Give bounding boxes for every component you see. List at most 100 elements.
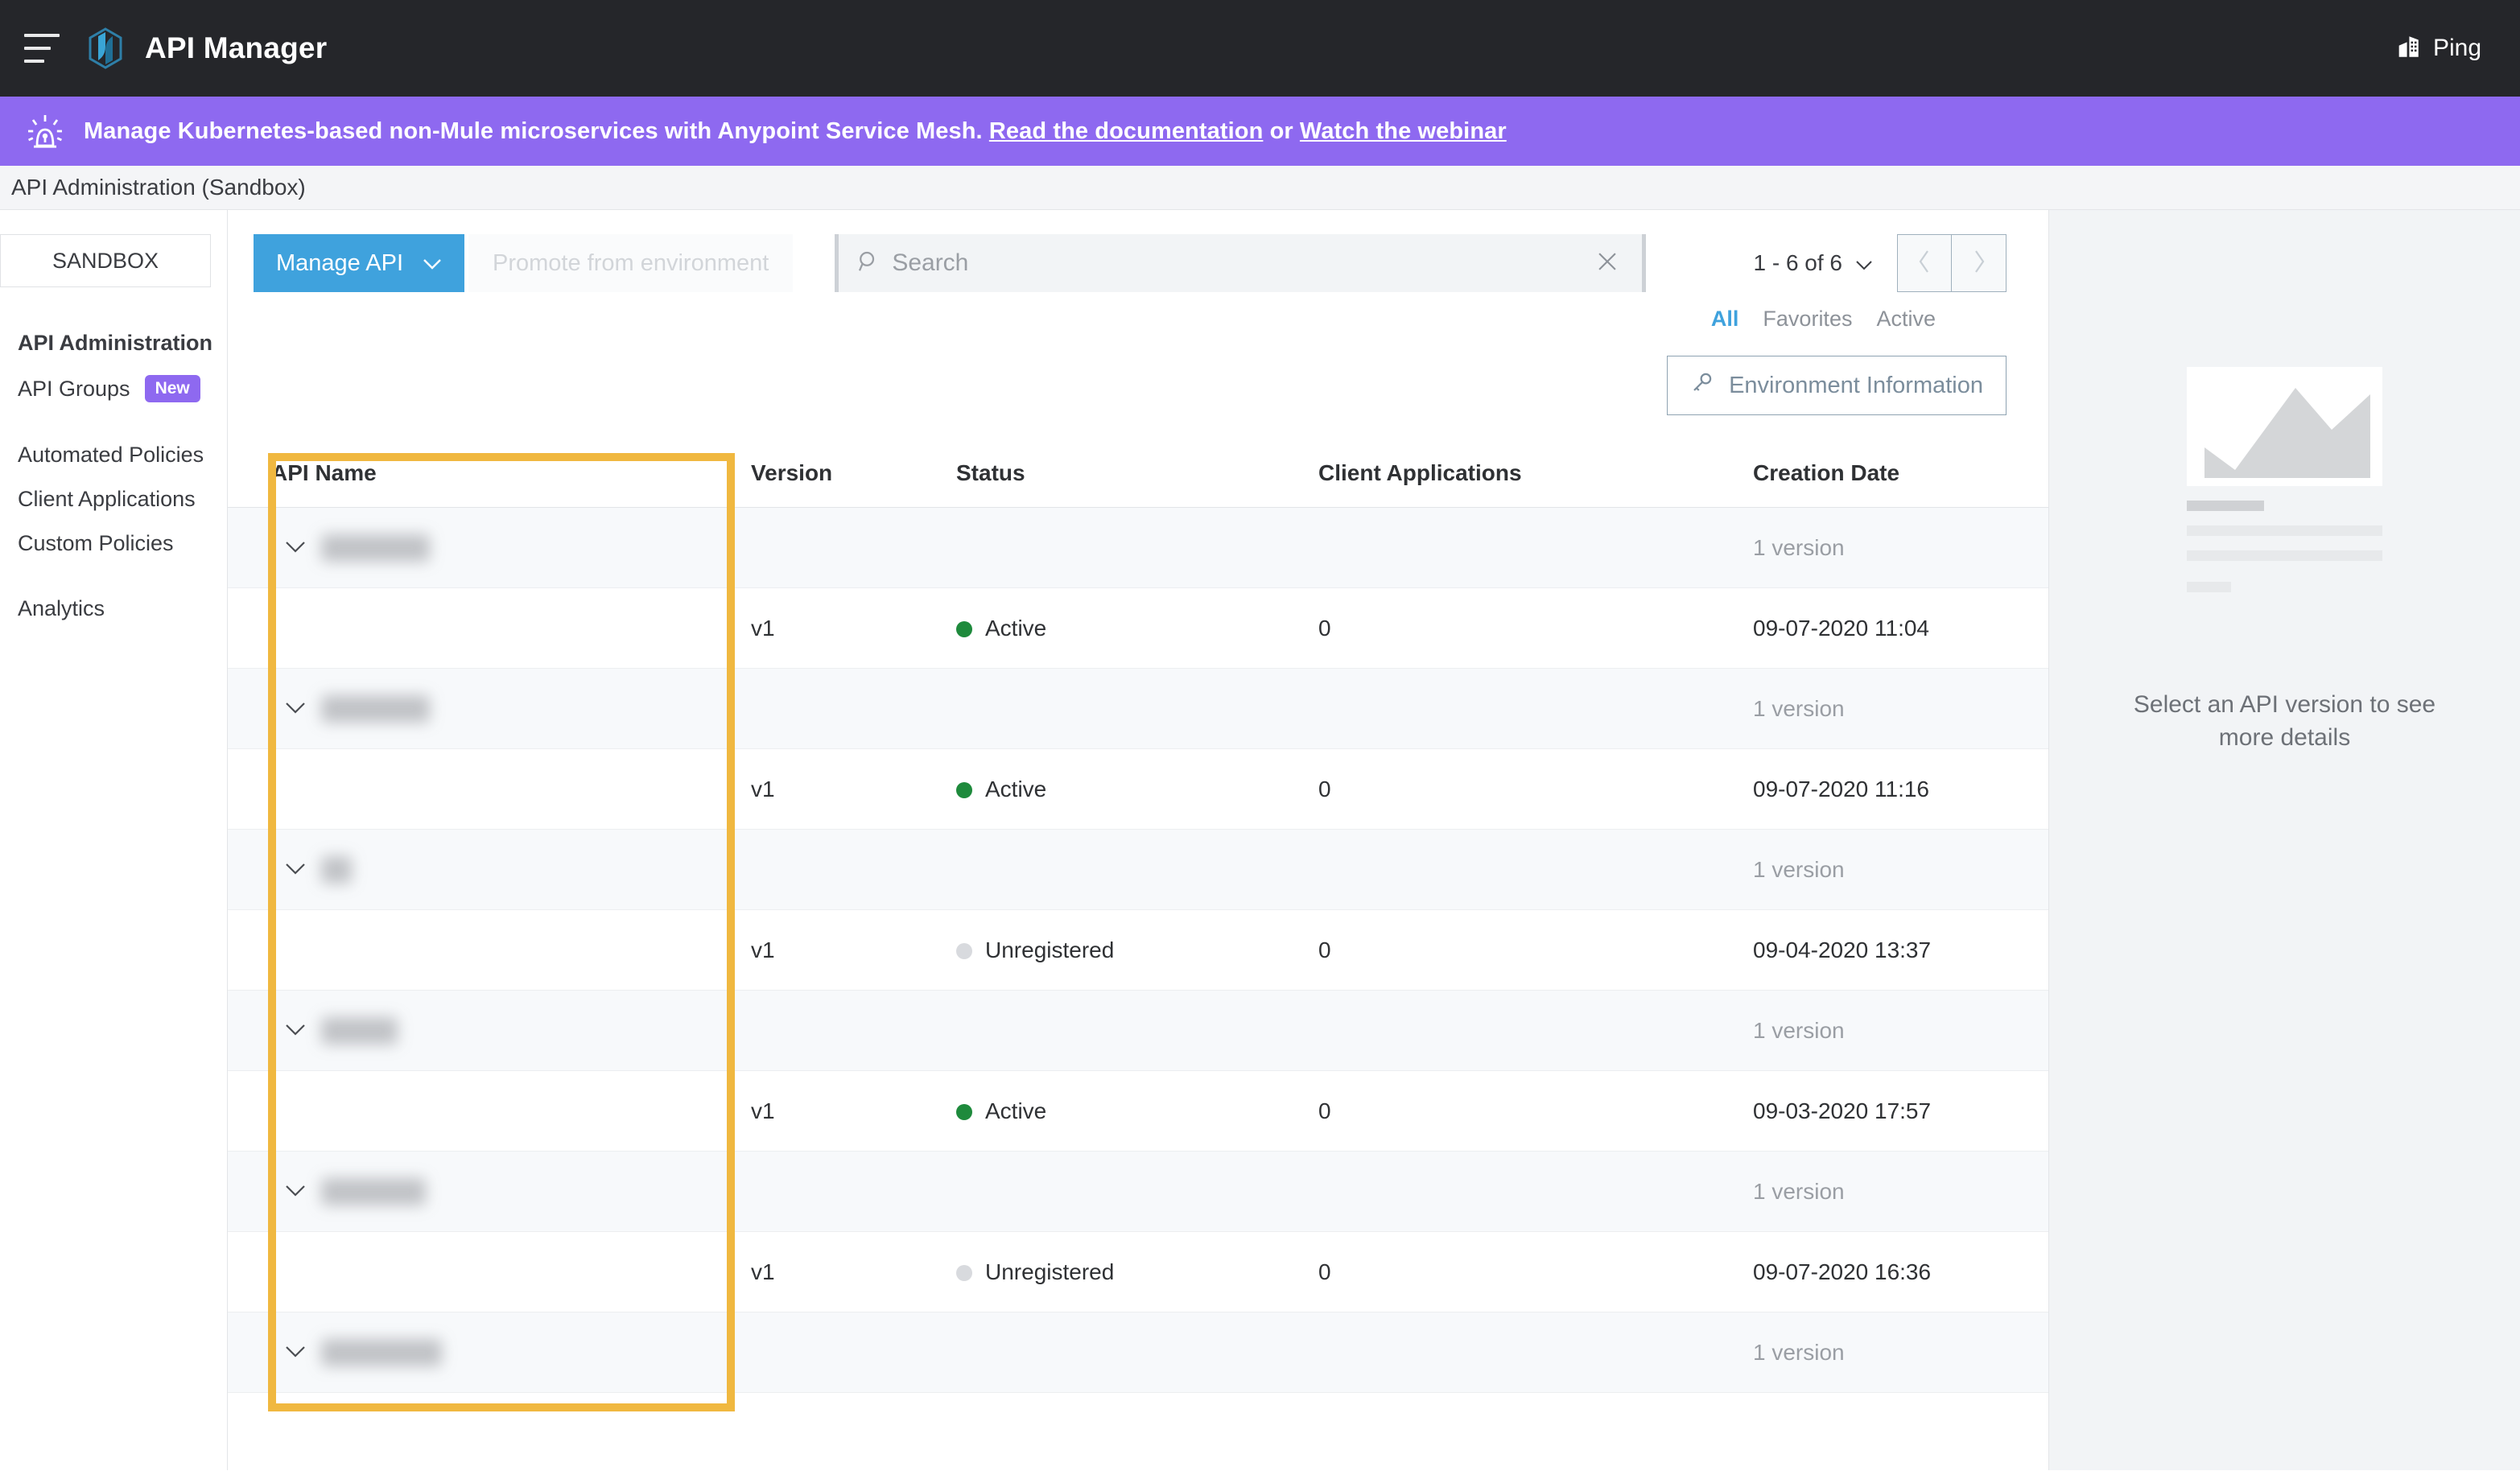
manage-api-button[interactable]: Manage API bbox=[254, 234, 464, 292]
version-cell[interactable]: v1 bbox=[751, 588, 956, 669]
hamburger-icon[interactable] bbox=[24, 34, 60, 63]
client-applications-cell bbox=[1318, 669, 1753, 749]
sidebar: SANDBOX API Administration API Groups Ne… bbox=[0, 210, 228, 1470]
column-header-status[interactable]: Status bbox=[956, 439, 1318, 508]
sidebar-item-api-administration[interactable]: API Administration bbox=[18, 321, 227, 365]
environment-selector[interactable]: SANDBOX bbox=[0, 234, 211, 287]
version-summary-cell: 1 version bbox=[1753, 830, 2048, 910]
api-table-body: 1 versionv1Active009-07-2020 11:041 vers… bbox=[228, 508, 2048, 1393]
promo-text: Manage Kubernetes-based non-Mule microse… bbox=[84, 118, 1507, 145]
version-summary-cell: 1 version bbox=[1753, 669, 2048, 749]
table-header-row: API Name Version Status Client Applicati… bbox=[228, 439, 2048, 508]
table-row-api-version[interactable]: v1Unregistered009-04-2020 13:37 bbox=[228, 910, 2048, 991]
status-cell bbox=[956, 830, 1318, 910]
placeholder-line bbox=[2187, 582, 2231, 592]
close-icon[interactable] bbox=[1594, 248, 1621, 279]
status-badge: Unregistered bbox=[985, 937, 1114, 962]
table-row-api-version[interactable]: v1Active009-03-2020 17:57 bbox=[228, 1071, 2048, 1152]
filter-tab-favorites[interactable]: Favorites bbox=[1763, 307, 1852, 332]
promote-from-environment-button[interactable]: Promote from environment bbox=[468, 234, 793, 292]
version-count-label: 1 version bbox=[1753, 857, 1845, 882]
version-cell bbox=[751, 830, 956, 910]
status-cell: Active bbox=[956, 749, 1318, 830]
nav-spacer bbox=[18, 412, 227, 433]
pagination-range-selector[interactable]: 1 - 6 of 6 bbox=[1753, 250, 1873, 276]
version-summary-cell: 1 version bbox=[1753, 508, 2048, 588]
api-name-redacted bbox=[321, 856, 352, 884]
table-row-api-group[interactable]: 1 version bbox=[228, 1312, 2048, 1393]
api-name-cell[interactable] bbox=[228, 508, 751, 588]
promo-lead: Manage Kubernetes-based non-Mule microse… bbox=[84, 118, 983, 144]
read-documentation-link[interactable]: Read the documentation bbox=[989, 118, 1264, 144]
toolbar: Manage API Promote from environment Sear… bbox=[228, 210, 2048, 292]
sidebar-item-automated-policies[interactable]: Automated Policies bbox=[18, 433, 227, 477]
column-header-api-name[interactable]: API Name bbox=[228, 439, 751, 508]
table-row-api-group[interactable]: 1 version bbox=[228, 830, 2048, 910]
status-badge: Active bbox=[985, 777, 1046, 801]
version-count-label: 1 version bbox=[1753, 696, 1845, 721]
version-cell[interactable]: v1 bbox=[751, 1071, 956, 1152]
chevron-down-icon[interactable] bbox=[284, 855, 308, 881]
anypoint-logo-icon bbox=[87, 27, 124, 69]
status-cell bbox=[956, 1312, 1318, 1393]
api-name-cell[interactable] bbox=[228, 991, 751, 1071]
placeholder-chart-graphic bbox=[2187, 367, 2382, 486]
breadcrumb: API Administration (Sandbox) bbox=[0, 166, 2520, 210]
chevron-down-icon[interactable] bbox=[284, 694, 308, 720]
table-row-api-group[interactable]: 1 version bbox=[228, 669, 2048, 749]
status-cell bbox=[956, 991, 1318, 1071]
table-row-api-group[interactable]: 1 version bbox=[228, 991, 2048, 1071]
environment-information-button[interactable]: Environment Information bbox=[1667, 356, 2007, 415]
api-name-cell[interactable] bbox=[228, 1152, 751, 1232]
version-cell bbox=[751, 1152, 956, 1232]
api-name-cell[interactable] bbox=[228, 669, 751, 749]
pagination-range-label: 1 - 6 of 6 bbox=[1753, 250, 1842, 276]
search-input[interactable]: Search bbox=[835, 234, 1646, 292]
table-row-api-group[interactable]: 1 version bbox=[228, 508, 2048, 588]
org-name-label: Ping bbox=[2433, 35, 2481, 62]
version-cell[interactable]: v1 bbox=[751, 1232, 956, 1312]
page-title: API Manager bbox=[145, 31, 327, 65]
filter-tab-all[interactable]: All bbox=[1711, 307, 1739, 332]
table-row-api-version[interactable]: v1Active009-07-2020 11:16 bbox=[228, 749, 2048, 830]
api-name-cell[interactable] bbox=[228, 1312, 751, 1393]
column-header-creation-date[interactable]: Creation Date bbox=[1753, 439, 2048, 508]
api-name-redacted bbox=[321, 695, 430, 723]
chevron-down-icon[interactable] bbox=[284, 534, 308, 559]
chevron-down-icon[interactable] bbox=[284, 1177, 308, 1203]
sidebar-item-client-applications[interactable]: Client Applications bbox=[18, 477, 227, 521]
table-row-api-version[interactable]: v1Unregistered009-07-2020 16:36 bbox=[228, 1232, 2048, 1312]
alarm-light-icon bbox=[23, 109, 68, 154]
org-switcher[interactable]: Ping bbox=[2394, 33, 2481, 64]
client-applications-cell bbox=[1318, 508, 1753, 588]
api-name-cell[interactable] bbox=[228, 830, 751, 910]
pagination: 1 - 6 of 6 bbox=[1753, 234, 2048, 292]
api-name-redacted bbox=[321, 1339, 442, 1366]
watch-webinar-link[interactable]: Watch the webinar bbox=[1300, 118, 1507, 144]
detail-panel: Select an API version to see more detail… bbox=[2049, 210, 2520, 1470]
sidebar-item-analytics[interactable]: Analytics bbox=[18, 587, 227, 631]
pagination-next-button[interactable] bbox=[1952, 234, 2007, 292]
chevron-down-icon[interactable] bbox=[284, 1016, 308, 1042]
promo-banner: Manage Kubernetes-based non-Mule microse… bbox=[0, 97, 2520, 166]
status-cell bbox=[956, 669, 1318, 749]
chevron-down-icon[interactable] bbox=[284, 1338, 308, 1364]
pagination-buttons bbox=[1897, 234, 2007, 292]
column-header-version[interactable]: Version bbox=[751, 439, 956, 508]
pagination-prev-button[interactable] bbox=[1897, 234, 1952, 292]
version-cell[interactable]: v1 bbox=[751, 910, 956, 991]
sidebar-item-label: Custom Policies bbox=[18, 531, 174, 556]
status-dot-icon bbox=[956, 782, 972, 798]
sidebar-item-label: API Groups bbox=[18, 377, 130, 402]
api-name-cell bbox=[228, 910, 751, 991]
nav-spacer bbox=[18, 566, 227, 587]
search-placeholder: Search bbox=[892, 249, 968, 277]
version-count-label: 1 version bbox=[1753, 1179, 1845, 1204]
sidebar-item-api-groups[interactable]: API Groups New bbox=[18, 365, 227, 412]
column-header-client-applications[interactable]: Client Applications bbox=[1318, 439, 1753, 508]
table-row-api-group[interactable]: 1 version bbox=[228, 1152, 2048, 1232]
sidebar-item-custom-policies[interactable]: Custom Policies bbox=[18, 521, 227, 566]
filter-tab-active[interactable]: Active bbox=[1876, 307, 1936, 332]
version-cell[interactable]: v1 bbox=[751, 749, 956, 830]
table-row-api-version[interactable]: v1Active009-07-2020 11:04 bbox=[228, 588, 2048, 669]
